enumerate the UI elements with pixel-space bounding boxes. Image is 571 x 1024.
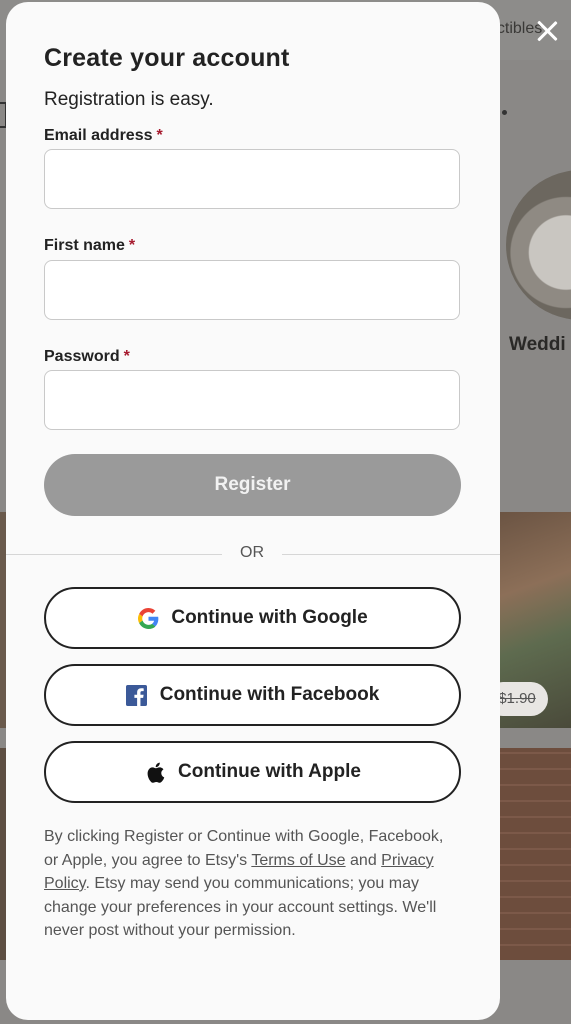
facebook-icon (126, 684, 148, 706)
google-icon (137, 607, 159, 629)
divider-right (282, 554, 500, 555)
apple-icon (144, 761, 166, 783)
background-listing-image (500, 748, 571, 960)
close-icon[interactable] (530, 14, 564, 48)
email-field[interactable] (44, 149, 460, 209)
continue-with-apple-button[interactable]: Continue with Apple (44, 741, 461, 803)
first-name-label-text: First name (44, 237, 125, 254)
password-field[interactable] (44, 370, 460, 430)
first-name-field[interactable] (44, 260, 460, 320)
or-divider-label: OR (240, 544, 264, 561)
legal-text: and (345, 851, 382, 869)
google-button-label: Continue with Google (171, 607, 368, 628)
required-marker: * (128, 237, 136, 254)
modal-title: Create your account (44, 44, 290, 72)
password-label-text: Password (44, 348, 120, 365)
terms-of-use-link[interactable]: Terms of Use (251, 852, 345, 869)
first-name-label: First name * (44, 237, 135, 255)
legal-disclaimer: By clicking Register or Continue with Go… (44, 825, 454, 943)
apple-button-label: Continue with Apple (178, 761, 361, 782)
background-category-label: Weddi (509, 334, 566, 355)
legal-text: . Etsy may send you communications; you … (44, 875, 437, 939)
registration-modal: Create your account Registration is easy… (6, 2, 500, 1020)
email-label: Email address * (44, 127, 163, 145)
facebook-button-label: Continue with Facebook (159, 684, 380, 705)
register-button[interactable]: Register (44, 454, 461, 516)
divider-left (6, 554, 222, 555)
continue-with-google-button[interactable]: Continue with Google (44, 587, 461, 649)
password-label: Password * (44, 348, 130, 366)
required-marker: * (156, 127, 163, 144)
email-label-text: Email address (44, 127, 153, 144)
required-marker: * (123, 348, 130, 365)
modal-subtitle: Registration is easy. (44, 89, 214, 110)
background-category-image (506, 170, 571, 320)
background-dot (502, 110, 507, 115)
continue-with-facebook-button[interactable]: Continue with Facebook (44, 664, 461, 726)
